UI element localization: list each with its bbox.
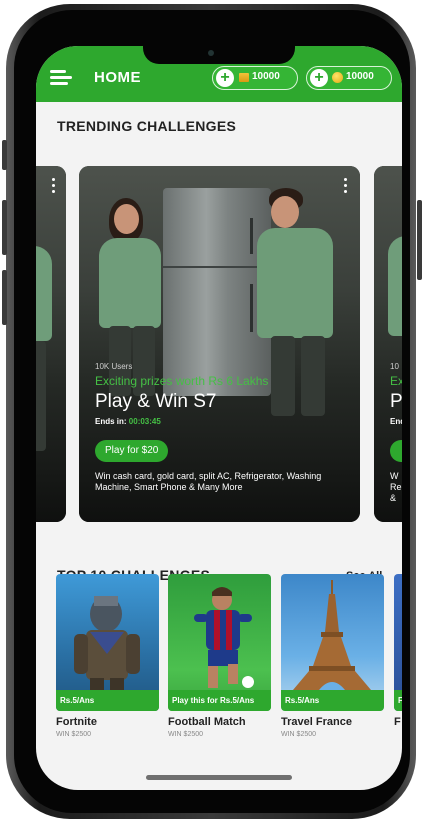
add-coins-button[interactable]: + xyxy=(310,69,328,87)
refrigerator-image xyxy=(163,188,271,396)
game-card-fortnite[interactable]: Rs.5/Ans xyxy=(56,574,159,711)
challenge-description: Win cash card, gold card, split AC, Refr… xyxy=(95,471,322,492)
gold-bar-icon xyxy=(239,73,249,82)
game-name: Football Match xyxy=(168,716,246,728)
trending-card-next[interactable]: 10 Ex P End W Re & xyxy=(374,166,402,522)
front-camera xyxy=(208,50,214,56)
game-win: WIN $2500 xyxy=(56,731,92,738)
phone-volume-down xyxy=(2,270,7,325)
game-price: Rs.5/Ans xyxy=(56,690,159,711)
next-card-prize: Ex xyxy=(390,374,402,388)
next-card-ends: End xyxy=(390,417,402,426)
game-price: Play this for Rs.5/Ans xyxy=(168,690,271,711)
game-price: Rs.5/Ans xyxy=(281,690,384,711)
game-card-football[interactable]: Play this for Rs.5/Ans xyxy=(168,574,271,711)
next-card-users: 10 xyxy=(390,362,399,371)
game-name: Fortnite xyxy=(56,716,97,728)
coin-wallet-amount: 10000 xyxy=(346,71,374,82)
add-gold-button[interactable]: + xyxy=(216,69,234,87)
game-name: Travel France xyxy=(281,716,352,728)
trending-card-featured[interactable]: 10K Users Exciting prizes worth Rs 6 Lak… xyxy=(79,166,360,522)
home-indicator[interactable] xyxy=(146,775,292,780)
game-card-next[interactable]: F xyxy=(394,574,402,711)
phone-power-button xyxy=(417,200,422,280)
more-options-icon[interactable] xyxy=(52,178,56,196)
coin-wallet[interactable]: + 10000 xyxy=(306,66,392,90)
challenge-title: Play & Win S7 xyxy=(95,391,217,412)
trending-section-title: TRENDING CHALLENGES xyxy=(57,118,237,134)
coin-icon xyxy=(332,72,343,83)
play-button[interactable]: Play for $20 xyxy=(95,440,169,462)
game-price: F xyxy=(394,690,402,711)
trending-card-prev[interactable] xyxy=(36,166,66,522)
gold-wallet[interactable]: + 10000 xyxy=(212,66,298,90)
next-card-description: W Re & xyxy=(390,471,402,503)
phone-volume-up xyxy=(2,200,7,255)
phone-mute-switch xyxy=(2,140,7,170)
timer-label: Ends in: xyxy=(95,417,127,426)
challenge-timer: Ends in: 00:03:45 xyxy=(95,417,161,426)
timer-value: 00:03:45 xyxy=(128,417,161,426)
next-card-title: P xyxy=(390,391,402,412)
game-card-travel-france[interactable]: Rs.5/Ans xyxy=(281,574,384,711)
challenge-prize: Exciting prizes worth Rs 6 Lakhs xyxy=(95,374,269,388)
gold-wallet-amount: 10000 xyxy=(252,71,280,82)
game-win: WIN $2500 xyxy=(168,731,204,738)
more-options-icon[interactable] xyxy=(344,178,348,196)
game-name: F xyxy=(394,716,401,728)
challenge-users: 10K Users xyxy=(95,362,133,371)
game-win: WIN $2500 xyxy=(281,731,317,738)
notch xyxy=(143,46,295,64)
hamburger-menu-icon[interactable] xyxy=(50,70,72,85)
page-title: HOME xyxy=(94,69,141,86)
app-screen: HOME + 10000 + 10000 TRENDING CHALLENGES xyxy=(36,46,402,790)
